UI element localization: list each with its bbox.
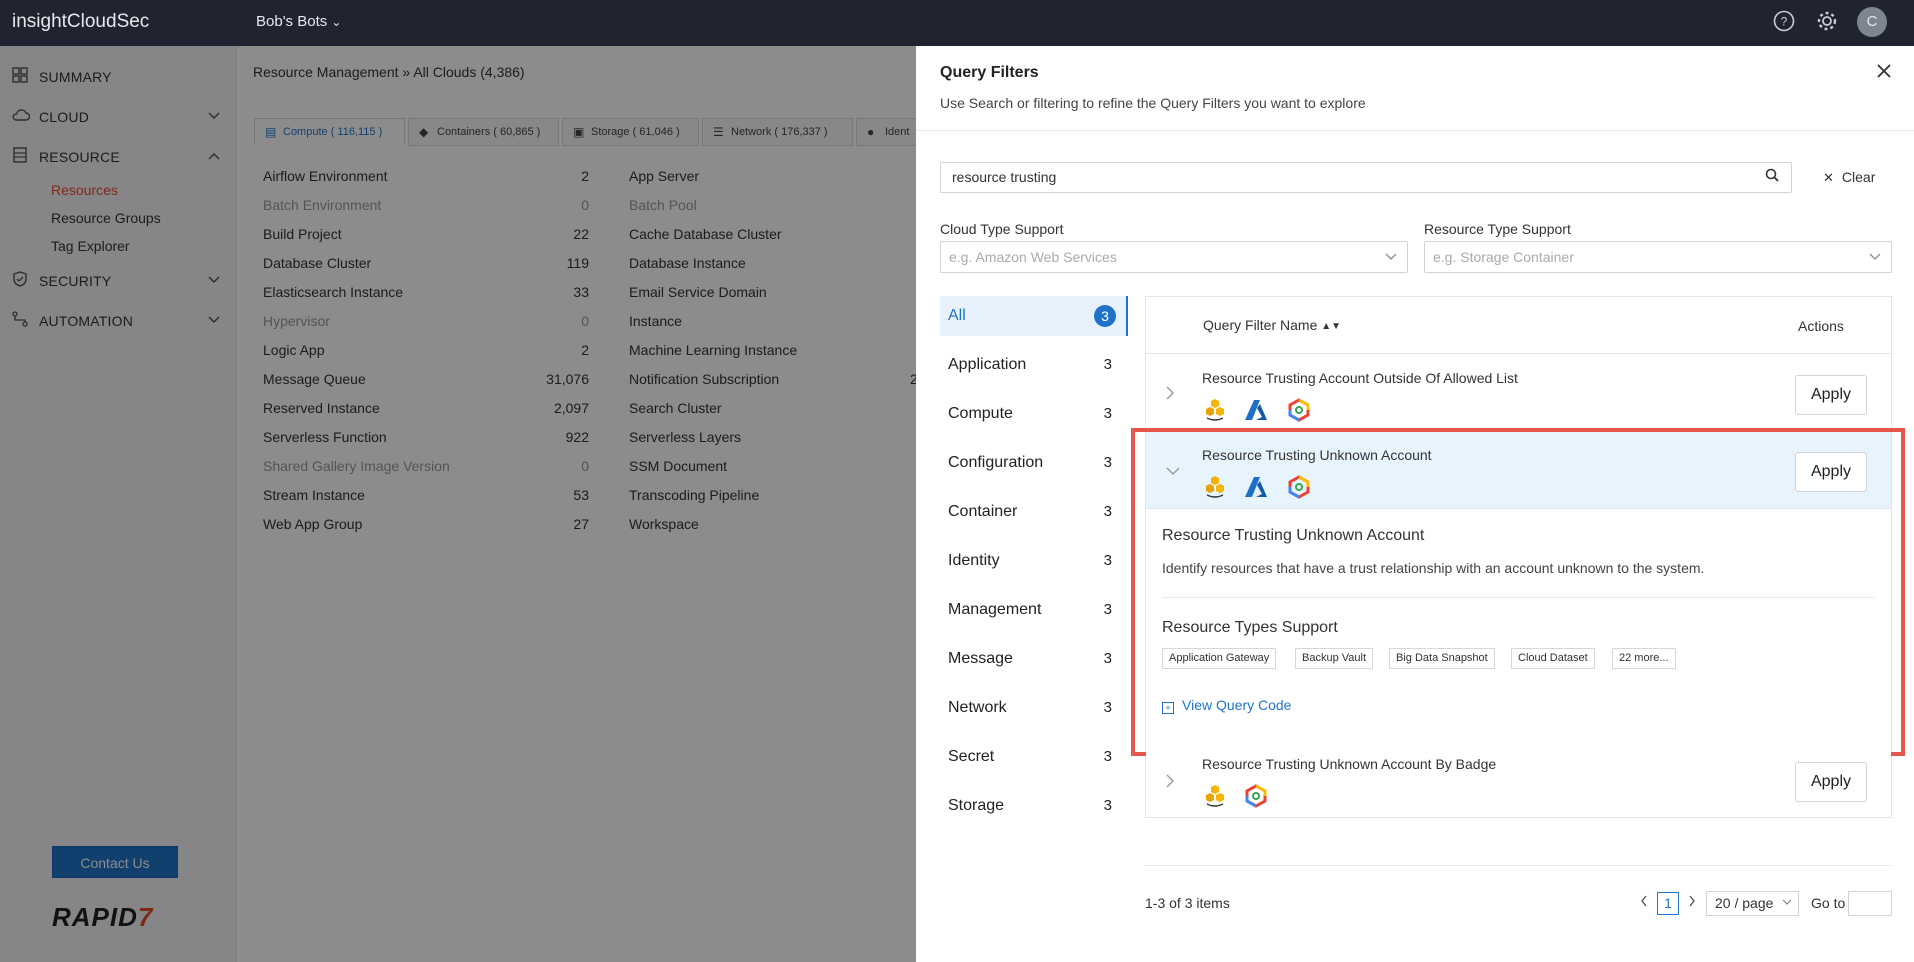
category-network[interactable]: Network 3 bbox=[940, 688, 1128, 728]
org-selector[interactable]: Bob's Bots ⌄ bbox=[256, 13, 341, 30]
category-count: 3 bbox=[1103, 356, 1112, 373]
category-label: Compute bbox=[948, 405, 1013, 422]
column-header-actions: Actions bbox=[1798, 318, 1844, 334]
category-label: Container bbox=[948, 503, 1018, 520]
azure-icon bbox=[1244, 398, 1268, 422]
category-count: 3 bbox=[1103, 405, 1112, 422]
category-label: Management bbox=[948, 601, 1042, 618]
category-count: 3 bbox=[1103, 503, 1112, 520]
category-container[interactable]: Container 3 bbox=[940, 492, 1128, 532]
help-icon[interactable]: ? bbox=[1772, 10, 1796, 34]
chevron-down-icon: ⌄ bbox=[331, 15, 342, 29]
avatar[interactable]: C bbox=[1857, 7, 1887, 37]
highlight-box bbox=[1131, 428, 1905, 756]
panel-title: Query Filters bbox=[940, 64, 1039, 81]
category-label: All bbox=[948, 307, 966, 324]
top-bar: insightCloudSec Bob's Bots ⌄ ? C bbox=[0, 0, 1914, 46]
category-count: 3 bbox=[1103, 601, 1112, 618]
query-filter-name: Resource Trusting Account Outside Of All… bbox=[1202, 370, 1518, 386]
goto-label: Go to bbox=[1811, 895, 1846, 911]
category-message[interactable]: Message 3 bbox=[940, 639, 1128, 679]
search-input[interactable]: resource trusting bbox=[940, 162, 1792, 193]
chevron-down-icon bbox=[1385, 242, 1397, 272]
category-count: 3 bbox=[1103, 699, 1112, 716]
clear-label: Clear bbox=[1841, 169, 1876, 185]
category-configuration[interactable]: Configuration 3 bbox=[940, 443, 1128, 483]
sort-icon[interactable]: ▲▼ bbox=[1321, 321, 1341, 332]
chevron-down-icon bbox=[1782, 892, 1792, 915]
category-application[interactable]: Application 3 bbox=[940, 345, 1128, 385]
category-label: Message bbox=[948, 650, 1013, 667]
cloud-type-select[interactable]: e.g. Amazon Web Services bbox=[940, 241, 1408, 273]
category-all[interactable]: All 3 bbox=[940, 296, 1128, 336]
modal-overlay[interactable] bbox=[0, 46, 916, 962]
divider bbox=[916, 130, 1914, 131]
chevron-left-icon[interactable] bbox=[1640, 894, 1648, 910]
apply-button[interactable]: Apply bbox=[1795, 762, 1867, 802]
category-label: Application bbox=[948, 356, 1027, 373]
svg-text:?: ? bbox=[1781, 15, 1788, 29]
page-number[interactable]: 1 bbox=[1657, 892, 1679, 915]
close-icon[interactable] bbox=[1876, 62, 1892, 85]
page-size-select[interactable]: 20 / page bbox=[1706, 891, 1799, 916]
category-count: 3 bbox=[1103, 552, 1112, 569]
org-name: Bob's Bots bbox=[256, 13, 328, 30]
apply-button[interactable]: Apply bbox=[1795, 375, 1867, 415]
category-label: Identity bbox=[948, 552, 1000, 569]
resource-type-label: Resource Type Support bbox=[1424, 221, 1571, 237]
clear-button[interactable]: ✕ Clear bbox=[1823, 169, 1875, 186]
chevron-down-icon bbox=[1869, 242, 1881, 272]
category-identity[interactable]: Identity 3 bbox=[940, 541, 1128, 581]
category-count: 3 bbox=[1103, 748, 1112, 765]
gear-icon[interactable] bbox=[1815, 10, 1839, 34]
chevron-right-icon[interactable] bbox=[1165, 773, 1175, 794]
category-compute[interactable]: Compute 3 bbox=[940, 394, 1128, 434]
category-management[interactable]: Management 3 bbox=[940, 590, 1128, 630]
category-count: 3 bbox=[1103, 454, 1112, 471]
category-label: Storage bbox=[948, 797, 1005, 814]
page-size-value: 20 / page bbox=[1715, 895, 1774, 911]
category-label: Secret bbox=[948, 748, 995, 765]
resource-type-placeholder: e.g. Storage Container bbox=[1433, 249, 1574, 265]
chevron-right-icon[interactable] bbox=[1165, 385, 1175, 406]
search-icon[interactable] bbox=[1765, 168, 1779, 185]
aws-icon bbox=[1203, 784, 1227, 808]
gcp-icon bbox=[1287, 398, 1311, 422]
cloud-type-label: Cloud Type Support bbox=[940, 221, 1064, 237]
category-count: 3 bbox=[1103, 797, 1112, 814]
category-secret[interactable]: Secret 3 bbox=[940, 737, 1128, 777]
app-logo[interactable]: insightCloudSec bbox=[12, 11, 149, 33]
aws-icon bbox=[1203, 398, 1227, 422]
panel-subtitle: Use Search or filtering to refine the Qu… bbox=[940, 95, 1366, 111]
pagination-info: 1-3 of 3 items bbox=[1145, 895, 1230, 911]
category-label: Configuration bbox=[948, 454, 1044, 471]
category-label: Network bbox=[948, 699, 1007, 716]
resource-type-select[interactable]: e.g. Storage Container bbox=[1424, 241, 1892, 273]
goto-page-input[interactable] bbox=[1848, 891, 1892, 916]
close-icon: ✕ bbox=[1823, 170, 1834, 185]
divider bbox=[1145, 865, 1892, 866]
chevron-right-icon[interactable] bbox=[1688, 894, 1696, 910]
cloud-type-placeholder: e.g. Amazon Web Services bbox=[949, 249, 1117, 265]
category-count: 3 bbox=[1094, 305, 1116, 327]
column-header-name[interactable]: Query Filter Name ▲▼ bbox=[1203, 317, 1341, 333]
category-count: 3 bbox=[1103, 650, 1112, 667]
query-filter-name: Resource Trusting Unknown Account By Bad… bbox=[1202, 756, 1497, 772]
gcp-icon bbox=[1244, 784, 1268, 808]
category-storage[interactable]: Storage 3 bbox=[940, 786, 1128, 826]
column-header-label: Query Filter Name bbox=[1203, 317, 1318, 333]
